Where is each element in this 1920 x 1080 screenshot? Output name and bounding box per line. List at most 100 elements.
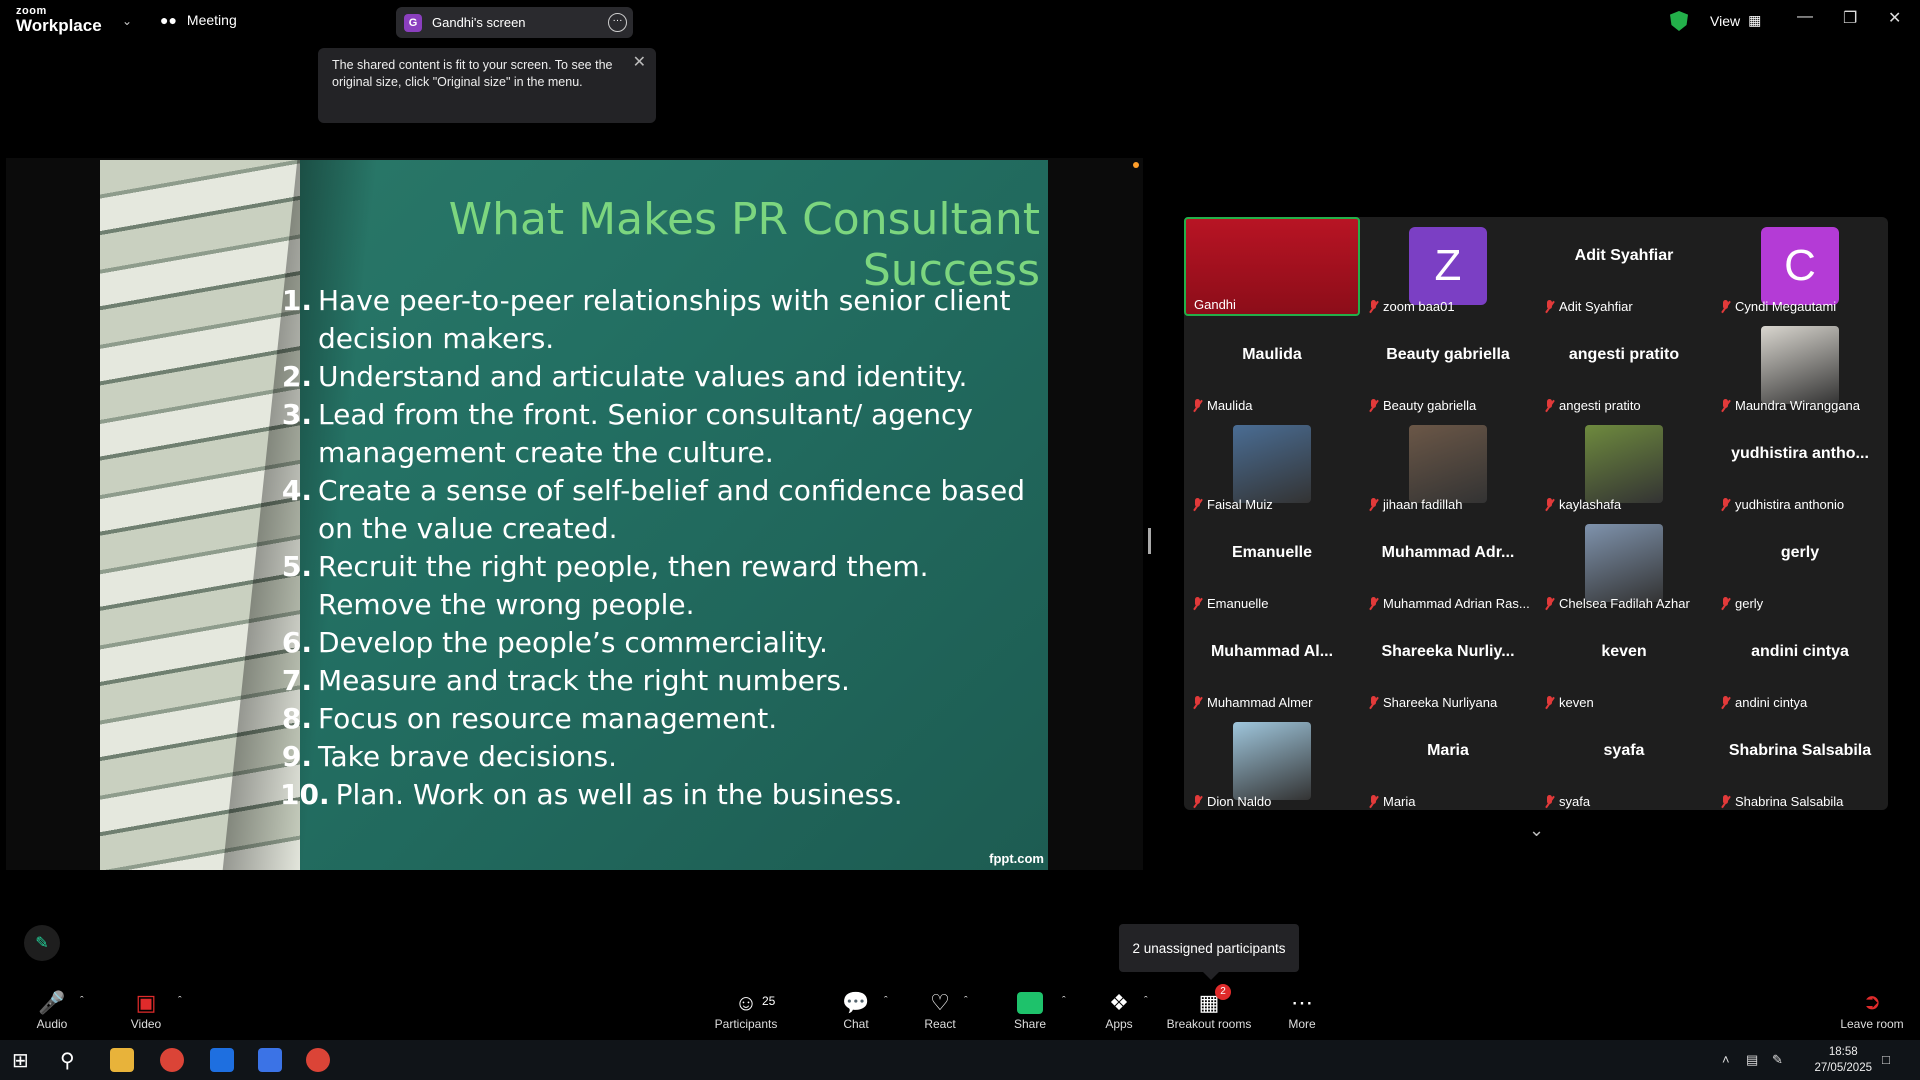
caret-up-icon[interactable]: ˆ <box>80 995 84 1007</box>
participant-name: Cyndi Megautami <box>1735 299 1837 314</box>
encryption-shield-icon[interactable] <box>1670 11 1688 31</box>
meeting-tab[interactable]: ●● Meeting <box>160 12 237 28</box>
participant-tile[interactable]: Shareeka Nurliy... Shareeka Nurliyana <box>1360 613 1536 712</box>
caret-up-icon[interactable]: ˆ <box>1062 995 1066 1007</box>
close-icon[interactable]: ✕ <box>1888 8 1901 28</box>
chevron-up-icon[interactable]: ˄ <box>1722 1052 1730 1067</box>
notifications-icon[interactable]: □ <box>1882 1052 1890 1067</box>
participant-tile[interactable]: Faisal Muiz <box>1184 415 1360 514</box>
react-button[interactable]: ♡ React <box>920 989 960 1031</box>
participant-tile[interactable]: yudhistira antho... yudhistira anthonio <box>1712 415 1888 514</box>
more-button[interactable]: ⋯ More <box>1282 989 1322 1031</box>
chevron-down-icon[interactable]: ⌄ <box>122 14 132 28</box>
participant-tile[interactable]: Maria Maria <box>1360 712 1536 811</box>
participant-display-name: angesti pratito <box>1568 346 1680 363</box>
react-heart-icon: ♡ <box>930 990 950 1015</box>
participant-avatar: C <box>1761 227 1839 305</box>
people-icon: ●● <box>160 12 177 28</box>
muted-mic-icon <box>1544 696 1555 709</box>
breakout-rooms-button[interactable]: ▦ Breakout rooms <box>1166 989 1252 1031</box>
system-clock[interactable]: 18:58 27/05/2025 <box>1814 1044 1872 1076</box>
muted-mic-icon <box>1720 399 1731 412</box>
chat-button[interactable]: 💬 Chat <box>838 989 874 1031</box>
windows-start-icon[interactable]: ⊞ <box>12 1048 36 1072</box>
participant-name-label: syafa <box>1544 794 1590 809</box>
leave-room-button[interactable]: ➲ Leave room <box>1838 989 1906 1031</box>
search-icon[interactable]: ⚲ <box>60 1048 84 1072</box>
logo-bottom-text: Workplace <box>16 16 102 35</box>
participant-name: Maulida <box>1207 398 1253 413</box>
caret-up-icon[interactable]: ˆ <box>178 995 182 1007</box>
grid-icon: ▦ <box>1748 12 1762 28</box>
participant-tile[interactable]: Maulida Maulida <box>1184 316 1360 415</box>
participant-tile[interactable]: Chelsea Fadilah Azhar <box>1536 514 1712 613</box>
slide-item-number: 5. <box>281 550 312 583</box>
participant-name: Muhammad Adrian Ras... <box>1383 596 1530 611</box>
participant-tile[interactable]: Zzoom baa01 <box>1360 217 1536 316</box>
participant-tile[interactable]: jihaan fadillah <box>1360 415 1536 514</box>
more-options-icon[interactable]: ··· <box>608 13 627 32</box>
more-label: More <box>1288 1017 1316 1031</box>
participant-tile[interactable]: Maundra Wiranggana <box>1712 316 1888 415</box>
participant-tile[interactable]: Dion Naldo <box>1184 712 1360 811</box>
apps-button[interactable]: ❖ Apps <box>1100 989 1138 1031</box>
participant-tile[interactable]: gerly gerly <box>1712 514 1888 613</box>
view-menu[interactable]: View ▦ <box>1710 12 1761 29</box>
participant-tile[interactable]: angesti pratito angesti pratito <box>1536 316 1712 415</box>
participant-name: angesti pratito <box>1559 398 1641 413</box>
caret-up-icon[interactable]: ˆ <box>1144 995 1148 1007</box>
slide-item-text: Understand and articulate values and ide… <box>318 360 968 393</box>
muted-mic-icon <box>1192 498 1203 511</box>
share-button[interactable]: Share <box>1010 989 1050 1031</box>
caret-up-icon[interactable]: ˆ <box>964 995 968 1007</box>
participant-tile[interactable]: kaylashafa <box>1536 415 1712 514</box>
os-taskbar: ⊞ ⚲ ˄ ▤ ✎ 18:58 27/05/2025 □ <box>0 1040 1920 1080</box>
participant-tile[interactable]: syafa syafa <box>1536 712 1712 811</box>
minimize-icon[interactable]: — <box>1797 8 1813 26</box>
muted-mic-icon <box>1368 399 1379 412</box>
chevron-down-icon[interactable]: ⌄ <box>1529 820 1544 841</box>
meeting-label: Meeting <box>186 12 237 28</box>
participant-photo <box>1585 524 1663 602</box>
participant-photo <box>1585 425 1663 503</box>
network-icon[interactable]: ▤ <box>1746 1052 1758 1068</box>
app-store-icon[interactable] <box>210 1048 234 1072</box>
participant-tile[interactable]: andini cintya andini cintya <box>1712 613 1888 712</box>
participant-tile[interactable]: Beauty gabriella Beauty gabriella <box>1360 316 1536 415</box>
chrome-icon[interactable] <box>160 1048 184 1072</box>
participant-tile[interactable]: Muhammad Adr... Muhammad Adrian Ras... <box>1360 514 1536 613</box>
participant-tile[interactable]: Muhammad Al... Muhammad Almer <box>1184 613 1360 712</box>
slide-list-item: 9. Take brave decisions. <box>280 738 1040 776</box>
zoom-workplace-logo[interactable]: zoom Workplace <box>16 6 102 35</box>
muted-mic-icon <box>1544 399 1555 412</box>
participant-display-name: Shareeka Nurliy... <box>1381 643 1515 660</box>
muted-mic-icon <box>1368 696 1379 709</box>
file-explorer-icon[interactable] <box>110 1048 134 1072</box>
slide-item-text: Recruit the right people, then reward th… <box>318 550 929 621</box>
participant-name-label: kaylashafa <box>1544 497 1621 512</box>
participant-name: zoom baa01 <box>1383 299 1455 314</box>
video-button[interactable]: ▣ Video <box>124 989 168 1031</box>
participant-display-name: Adit Syahfiar <box>1574 247 1674 264</box>
close-icon[interactable]: ✕ <box>633 54 646 71</box>
participant-tile[interactable]: C Cyndi Megautami <box>1712 217 1888 316</box>
participant-tile[interactable]: keven keven <box>1536 613 1712 712</box>
participant-tile[interactable]: Gandhi <box>1184 217 1360 316</box>
participant-tile[interactable]: Emanuelle Emanuelle <box>1184 514 1360 613</box>
splitter-handle[interactable] <box>1148 528 1151 554</box>
participant-tile[interactable]: Shabrina Salsabila Shabrina Salsabila <box>1712 712 1888 811</box>
shared-screen-pill[interactable]: G Gandhi's screen ··· <box>396 7 633 38</box>
annotate-pen-icon[interactable]: ✎ <box>24 925 60 961</box>
chat-icon: 💬 <box>842 990 870 1015</box>
participant-tile[interactable]: Adit Syahfiar Adit Syahfiar <box>1536 217 1712 316</box>
restore-icon[interactable]: ❐ <box>1843 8 1857 28</box>
zoom-icon[interactable] <box>258 1048 282 1072</box>
chrome-icon[interactable] <box>306 1048 330 1072</box>
more-icon: ⋯ <box>1291 990 1313 1015</box>
slide-list-item: 6. Develop the people’s commerciality. <box>280 624 1040 662</box>
caret-up-icon[interactable]: ˆ <box>884 995 888 1007</box>
share-screen-icon <box>1010 989 1050 1017</box>
slide-item-text: Develop the people’s commerciality. <box>318 626 828 659</box>
audio-button[interactable]: 🎤 Audio <box>30 989 74 1031</box>
pen-icon[interactable]: ✎ <box>1772 1052 1783 1068</box>
